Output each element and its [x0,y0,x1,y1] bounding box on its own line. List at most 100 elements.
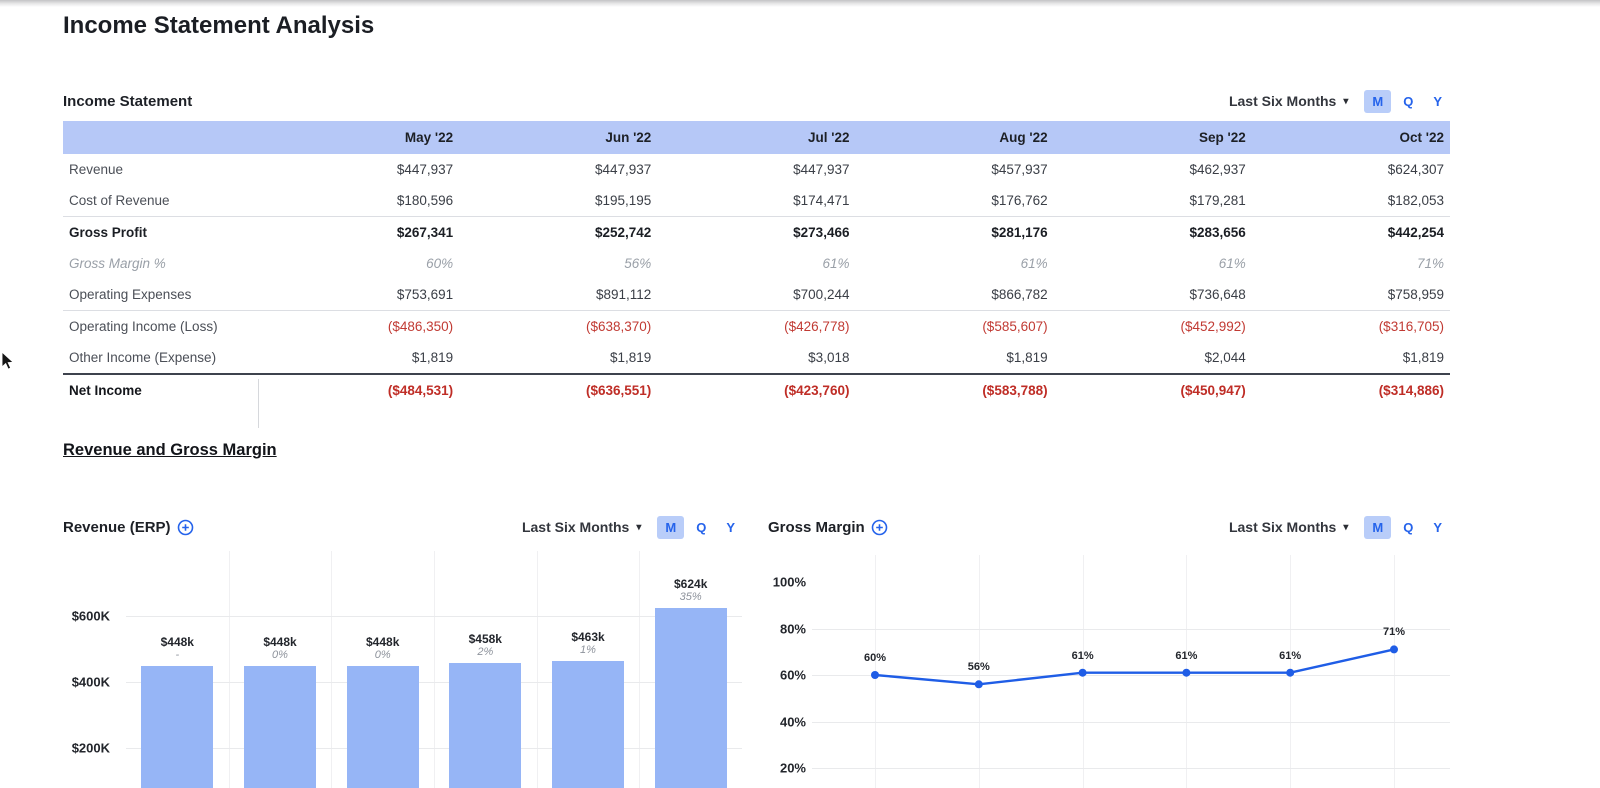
cell: $1,819 [1006,350,1048,365]
row-label: Operating Income (Loss) [69,319,218,334]
cell: $176,762 [855,185,1054,217]
table-row: Revenue $447,937 $447,937 $447,937 $457,937 $… [63,154,1450,185]
y-axis-label: $200K [71,740,110,756]
chevron-down-icon: ▾ [1343,95,1349,107]
revenue-chart-header: Revenue (ERP) Last Six Months ▾ M Q Y [63,505,743,549]
bar-value-label: $624k [674,577,708,591]
cell: 60% [426,256,454,271]
app-window: Income Statement Analysis Income Stateme… [0,0,1600,788]
point-value-label: 61% [1279,649,1302,662]
revenue-bar[interactable] [449,662,522,788]
bar-change-label: 0% [374,649,391,662]
gridline [1290,555,1292,788]
mode-month-button[interactable]: M [1364,515,1392,539]
row-label: Other Income (Expense) [69,350,217,365]
revenue-chart-title: Revenue (ERP) [63,518,171,536]
cell: $624,307 [1387,162,1444,177]
revenue-bar[interactable] [552,661,624,788]
cell: $3,018 [808,350,850,365]
revenue-period-controls: Last Six Months ▾ M Q Y [522,515,743,539]
cell: $736,648 [1053,279,1252,311]
y-axis-label: $600K [71,608,110,624]
income-statement-table: May '22 Jun '22 Jul '22 Aug '22 Sep '22 Oct '… [63,121,1450,406]
gross-margin-period-controls: Last Six Months ▾ M Q Y [1229,515,1450,539]
window-top-edge [0,0,1600,7]
point-value-label: 71% [1382,626,1406,639]
point-value-label: 56% [967,661,990,674]
mode-year-button[interactable]: Y [718,516,743,539]
revenue-bar[interactable] [141,666,214,788]
table-period-controls: Last Six Months ▾ M Q Y [1229,89,1450,113]
gridline [812,628,1450,630]
row-label: Net Income [63,373,261,406]
bar-value-label: $463k [571,630,605,645]
cell: ($316,705) [1378,319,1444,334]
cell: $891,112 [459,279,658,311]
mode-year-button[interactable]: Y [1425,90,1450,113]
cell: ($423,760) [657,373,856,406]
cell: $2,044 [1204,350,1246,365]
gross-margin-chart-card: Gross Margin Last Six Months ▾ M Q Y 100… [768,505,1450,788]
cell: ($638,370) [586,319,652,334]
row-label: Gross Profit [69,225,148,240]
point-value-label: 60% [863,652,887,664]
mode-month-button[interactable]: M [657,515,685,539]
mode-quarter-button[interactable]: Q [1395,90,1421,113]
gross-margin-chart-header: Gross Margin Last Six Months ▾ M Q Y [768,505,1450,549]
corner-cell [63,121,261,154]
cell: $252,742 [595,225,652,240]
column-header: May '22 [261,121,460,154]
mode-year-button[interactable]: Y [1425,516,1450,539]
cell: 56% [624,256,652,271]
gridline [126,616,742,617]
bar-value-label: $458k [468,631,502,646]
gross-margin-chart-title: Gross Margin [768,518,865,536]
period-dropdown-label: Last Six Months [1228,519,1337,535]
cell: ($484,531) [261,373,460,406]
period-dropdown[interactable]: Last Six Months ▾ [1229,519,1348,535]
row-label: Gross Margin % [69,256,166,271]
revenue-bar[interactable] [244,666,316,788]
income-statement-title: Income Statement [63,92,193,110]
column-header: Jun '22 [459,121,658,154]
column-header: Jul '22 [657,121,856,154]
mouse-cursor [1,351,15,370]
plus-circle-icon[interactable] [871,519,888,536]
cell: $195,195 [459,185,658,217]
revenue-bar[interactable] [654,608,727,788]
cell: $447,937 [595,162,652,177]
bar-value-label: $448k [160,635,194,650]
table-row: Cost of Revenue $180,596 $195,195 $174,471 $… [63,185,1450,217]
cell: $182,053 [1251,185,1450,217]
table-row: Operating Income (Loss) ($486,350) ($638,3… [63,311,1450,343]
gridline [1186,555,1188,788]
revenue-bar[interactable] [346,666,419,788]
plus-circle-icon[interactable] [177,519,194,536]
gridline [812,721,1450,723]
gridline [228,551,230,788]
mode-month-button[interactable]: M [1364,89,1392,113]
cell: $1,819 [1402,350,1444,365]
cell: $1,819 [411,350,454,365]
table-header-row: May '22 Jun '22 Jul '22 Aug '22 Sep '22 Oct '… [63,121,1450,154]
chevron-down-icon: ▾ [636,521,642,533]
cell: ($583,788) [855,373,1054,406]
period-dropdown[interactable]: Last Six Months ▾ [1229,93,1348,109]
gridline [536,551,538,788]
column-header: Sep '22 [1053,121,1252,154]
period-dropdown[interactable]: Last Six Months ▾ [522,519,641,535]
row-label: Revenue [69,162,124,177]
row-label: Operating Expenses [63,279,261,311]
cell: $180,596 [261,185,460,217]
gridline [331,551,333,788]
mode-quarter-button[interactable]: Q [688,516,714,539]
bar-change-label: 0% [272,649,288,662]
period-dropdown-label: Last Six Months [1228,93,1337,109]
section-heading[interactable]: Revenue and Gross Margin [63,441,277,460]
cell: $1,819 [610,350,652,365]
table-row: Gross Margin % 60% 56% 61% 61% 61% 71% [63,248,1450,279]
gridline [1394,555,1395,788]
mode-quarter-button[interactable]: Q [1395,516,1421,539]
column-header: Oct '22 [1251,121,1450,154]
cell: $753,691 [261,279,460,311]
